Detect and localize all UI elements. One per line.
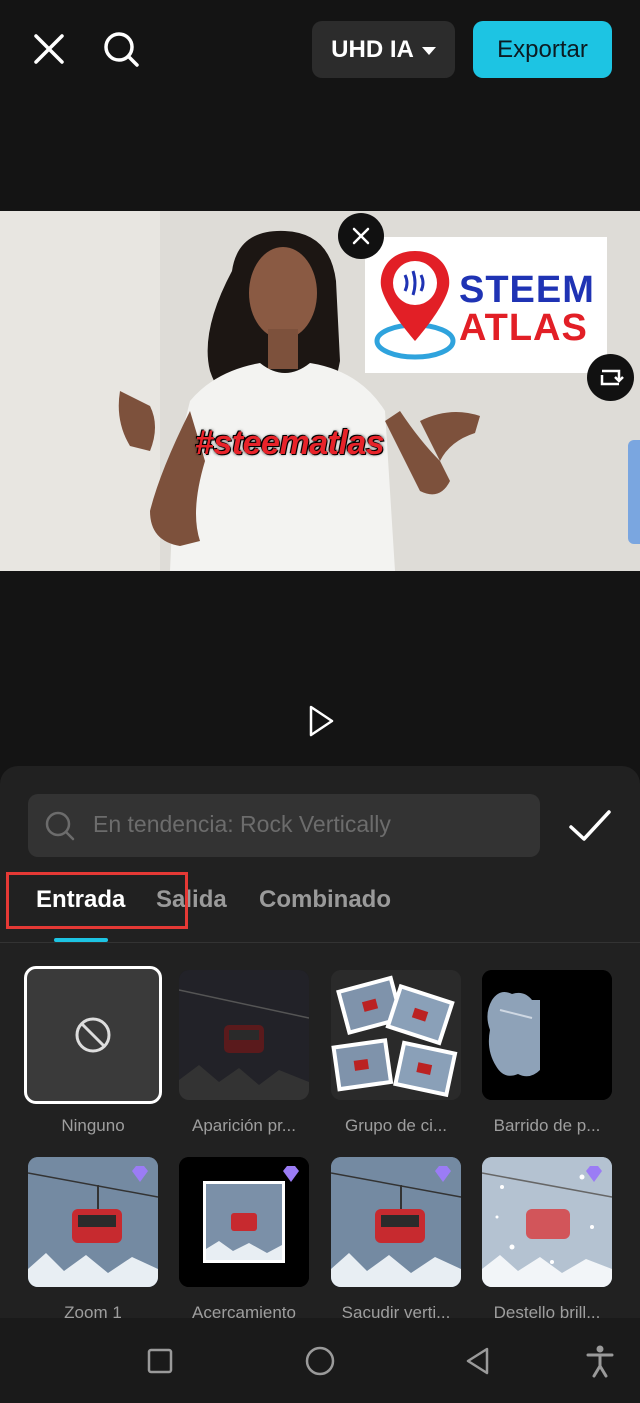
- premium-gem-icon: [283, 1166, 299, 1182]
- search-placeholder: En tendencia: Rock Vertically: [93, 811, 391, 837]
- effect-tile-acercamiento[interactable]: [179, 1157, 309, 1287]
- close-button[interactable]: [28, 28, 70, 70]
- premium-gem-icon: [586, 1166, 602, 1182]
- overlay-rotate-button[interactable]: [587, 354, 634, 401]
- premium-gem-icon: [435, 1166, 451, 1182]
- system-nav-bar: [0, 1318, 640, 1403]
- annotation-highlight-box: [6, 872, 188, 929]
- tab-combinado[interactable]: Combinado: [259, 886, 391, 914]
- effect-label: Aparición pr...: [192, 1116, 296, 1135]
- effect-tile-grupo[interactable]: [331, 970, 461, 1100]
- effect-tile-zoom1[interactable]: [28, 1157, 158, 1287]
- check-icon: [569, 810, 611, 841]
- none-icon: [75, 1017, 111, 1053]
- nav-back-icon[interactable]: [463, 1345, 493, 1377]
- search-icon: [45, 811, 75, 841]
- animation-panel: En tendencia: Rock Vertically Entrada Sa…: [0, 766, 640, 1322]
- location-pin-logo: [374, 251, 456, 360]
- effect-tile-none[interactable]: [24, 966, 162, 1104]
- logo-overlay[interactable]: STEEM ATLAS: [365, 237, 607, 373]
- hashtag-sticker[interactable]: #steematlas: [195, 424, 385, 463]
- nav-home-icon[interactable]: [304, 1345, 336, 1377]
- accessibility-icon[interactable]: [585, 1344, 615, 1378]
- search-icon: [104, 32, 139, 67]
- rotate-scale-icon: [600, 369, 624, 386]
- logo-text-steem: STEEM: [459, 269, 595, 311]
- effect-search-input[interactable]: En tendencia: Rock Vertically: [28, 794, 540, 857]
- wipe-thumbnail: [482, 970, 612, 1100]
- effect-tile-barrido[interactable]: [482, 970, 612, 1100]
- effect-label: Ninguno: [61, 1116, 125, 1135]
- gondola-thumbnail: [179, 970, 309, 1100]
- play-button[interactable]: [306, 704, 336, 738]
- top-bar: UHD IA Exportar: [0, 0, 640, 100]
- video-preview[interactable]: #steematlas STEEM ATLAS: [0, 211, 640, 571]
- tabs-divider: [0, 942, 640, 943]
- search-button[interactable]: [100, 28, 142, 70]
- close-icon: [352, 227, 370, 245]
- effect-label: Grupo de ci...: [344, 1116, 448, 1135]
- effect-label: Barrido de p...: [493, 1116, 601, 1135]
- quality-dropdown[interactable]: UHD IA: [312, 21, 455, 78]
- quality-label: UHD IA: [331, 35, 414, 63]
- photo-group-thumbnail: [331, 970, 461, 1100]
- caret-down-icon: [421, 46, 436, 55]
- overlay-delete-button[interactable]: [338, 213, 384, 259]
- play-icon: [309, 705, 334, 737]
- logo-text-atlas: ATLAS: [459, 307, 588, 349]
- side-handle[interactable]: [628, 440, 640, 544]
- close-icon: [34, 34, 64, 64]
- export-button[interactable]: Exportar: [473, 21, 612, 78]
- premium-gem-icon: [132, 1166, 148, 1182]
- nav-recents-icon[interactable]: [146, 1347, 174, 1375]
- effect-tile-aparicion[interactable]: [179, 970, 309, 1100]
- confirm-button[interactable]: [566, 806, 614, 846]
- effect-tile-destello[interactable]: [482, 1157, 612, 1287]
- effect-tile-sacudir[interactable]: [331, 1157, 461, 1287]
